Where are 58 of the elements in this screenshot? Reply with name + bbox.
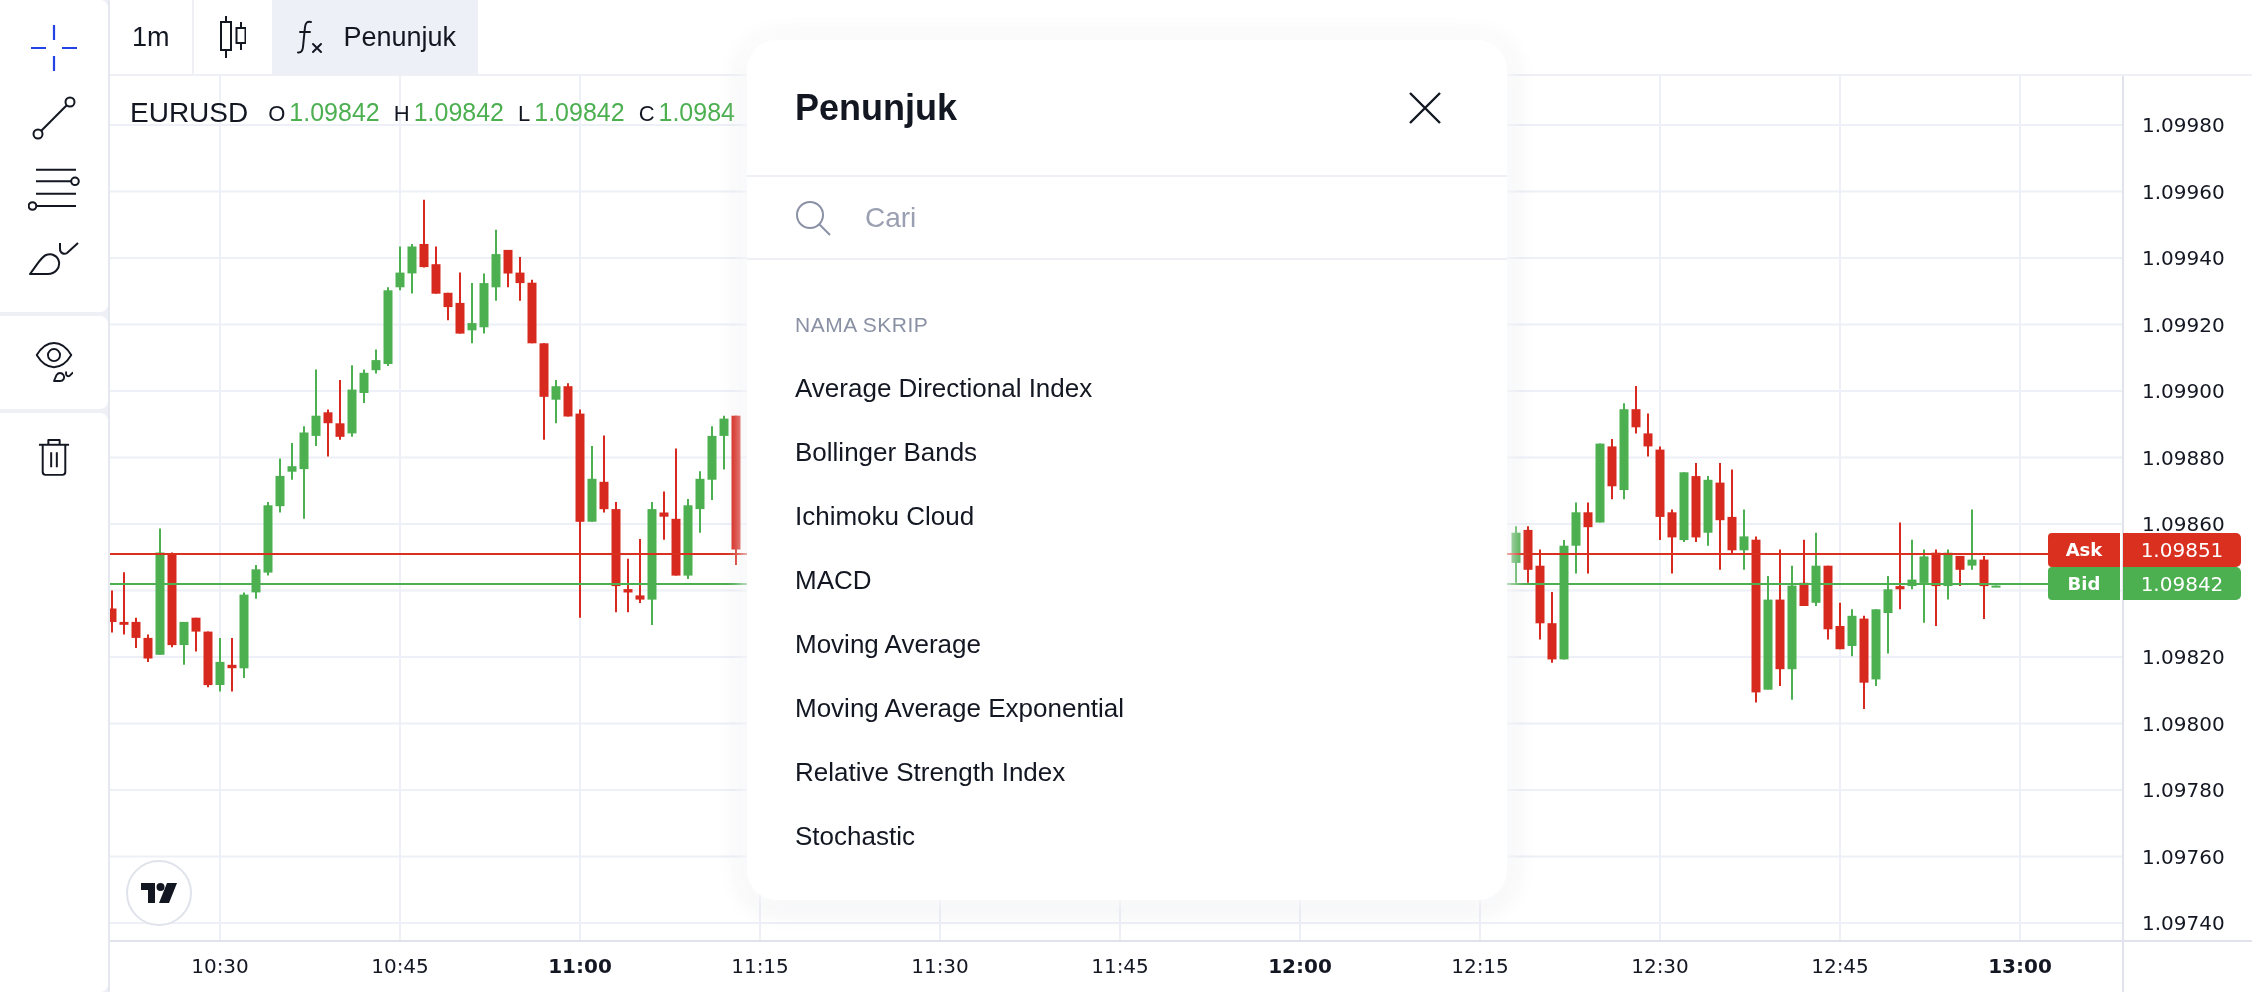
crosshair-icon — [31, 25, 77, 71]
price-label: 1.09760 — [2142, 846, 2225, 867]
price-label: 1.09980 — [2142, 115, 2225, 135]
price-label: 1.09800 — [2142, 713, 2225, 734]
price-label: 1.09780 — [2142, 780, 2225, 800]
ohlc-label: H — [393, 100, 410, 129]
indicator-item[interactable]: MACD — [747, 548, 1507, 612]
ohlc-label: O — [268, 100, 286, 129]
price-label: 1.09880 — [2142, 447, 2225, 468]
price-label: 1.09860 — [2142, 514, 2225, 534]
ohlc-value: 1.0984 — [658, 97, 735, 129]
close-icon — [1409, 91, 1441, 124]
price-label: 1.09900 — [2142, 381, 2225, 401]
time-label: 10:30 — [191, 956, 249, 976]
function-icon — [295, 20, 324, 54]
price-label: 1.09820 — [2142, 647, 2225, 667]
time-label: 11:45 — [1091, 956, 1149, 976]
price-label: 1.09940 — [2142, 248, 2225, 268]
indicator-item[interactable]: Moving Average — [747, 612, 1507, 676]
search-field[interactable]: Cari — [865, 189, 1425, 246]
time-label: 12:15 — [1451, 956, 1509, 976]
indicator-item[interactable]: Average Directional Index — [747, 356, 1507, 420]
ohlc-value: 1.09842 — [289, 97, 380, 129]
quote-label: Bid — [2048, 567, 2120, 600]
eye-icon — [35, 341, 73, 383]
ohlc-label: L — [518, 100, 531, 129]
search-icon — [795, 199, 831, 236]
indicator-item[interactable]: Moving Average Exponential — [747, 676, 1507, 740]
time-label: 12:45 — [1811, 956, 1869, 976]
indicator-item[interactable]: Stochastic — [747, 804, 1507, 868]
indicator-item[interactable]: Relative Strength Index — [747, 740, 1507, 804]
time-label: 11:15 — [731, 956, 789, 976]
trash-icon — [38, 438, 70, 476]
price-label: 1.09920 — [2142, 314, 2225, 335]
indicator-item[interactable]: Ichimoku Cloud — [747, 484, 1507, 548]
time-label: 10:45 — [371, 956, 429, 976]
price-label: 1.09960 — [2142, 181, 2225, 202]
time-label: 12:30 — [1631, 956, 1689, 976]
time-label: 13:00 — [1988, 956, 2052, 976]
quote-label: Ask — [2048, 533, 2120, 567]
ohlc-value: 1.09842 — [413, 97, 504, 129]
time-label: 12:00 — [1268, 956, 1332, 976]
indicators-button[interactable]: Penunjuk — [273, 0, 479, 74]
section-heading: NAMA SKRIP — [795, 313, 929, 337]
ohlc-value: 1.09842 — [534, 97, 625, 129]
trend-line-icon — [32, 96, 76, 140]
price-tag: 1.09851 — [2123, 533, 2241, 567]
price-tag: 1.09842 — [2123, 567, 2241, 600]
time-label: 11:30 — [911, 956, 969, 976]
time-label: 11:00 — [548, 956, 612, 976]
dialog-title: Penunjuk — [795, 85, 958, 130]
price-label: 1.09740 — [2142, 913, 2225, 933]
brush-icon — [29, 240, 79, 276]
symbol-name: EURUSD — [130, 96, 249, 130]
candlestick-icon — [219, 16, 246, 58]
logo-icon — [141, 883, 177, 903]
indicator-item[interactable]: Bollinger Bands — [747, 420, 1507, 484]
ohlc-label: C — [638, 100, 655, 129]
